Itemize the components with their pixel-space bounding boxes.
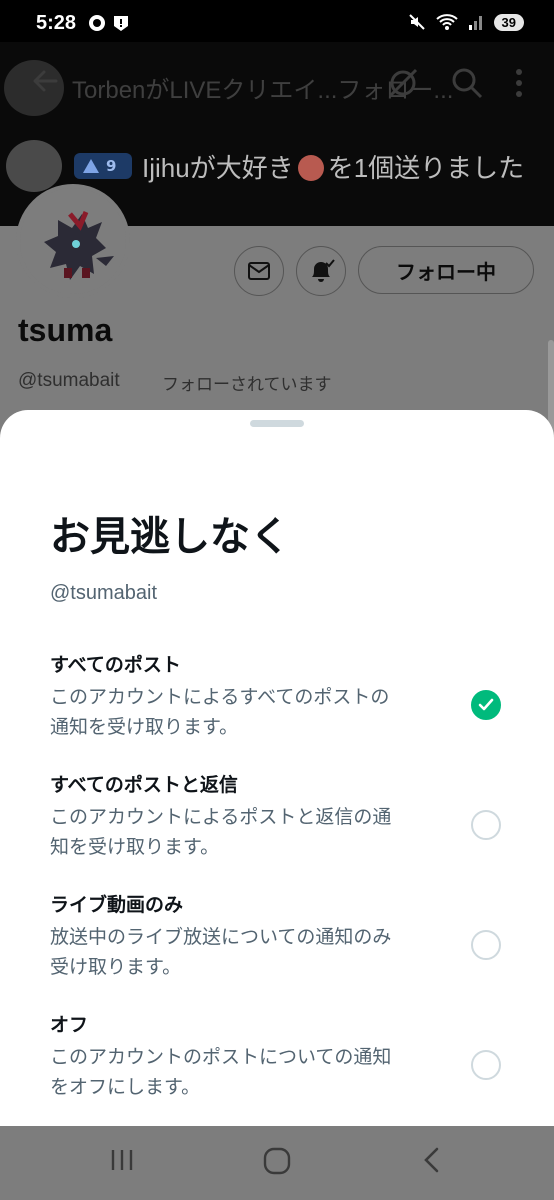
level-triangle-icon [83,159,99,173]
option-desc-line: 受け取ります。 [50,956,182,978]
mail-icon [248,262,270,280]
profile-handle: @tsumabait [18,370,120,391]
gift-level-badge: 9 [74,153,132,179]
profile-name: tsuma [18,312,113,348]
sheet-drag-handle[interactable] [250,420,304,427]
wifi-icon [435,14,458,30]
header-actions [386,66,524,100]
option-title: すべてのポストと返信 [50,774,238,796]
notification-app-icon [89,15,105,31]
alert-icon [114,16,128,31]
option-off[interactable]: オフ このアカウントのポストについての通知 をオフにします。 [0,1010,554,1118]
option-title: すべてのポスト [50,654,181,676]
option-all-posts[interactable]: すべてのポスト このアカウントによるすべてのポストの 通知を受け取ります。 [0,650,554,758]
live-off-icon[interactable] [386,66,420,100]
heart-gift-icon [297,155,324,181]
notifications-button[interactable] [296,246,346,296]
option-radio[interactable] [471,810,501,840]
option-title: オフ [50,1014,89,1036]
option-radio-selected[interactable] [471,690,501,720]
option-desc-line: 知を受け取ります。 [50,836,220,858]
option-desc-line: このアカウントによるポストと返信の通 [50,806,392,828]
signal-icon [468,16,482,30]
option-radio[interactable] [471,1050,501,1080]
gift-message: Ijihuが大好き を1個送りました [142,148,524,185]
nav-home-icon[interactable] [262,1146,292,1176]
option-desc-line: をオフにします。 [50,1076,201,1098]
status-bar: 5:28 39 [0,0,554,42]
gift-text-before: Ijihuが大好き [142,153,294,183]
status-system-icons: 39 [408,13,524,31]
option-desc-line: このアカウントのポストについての通知 [50,1046,392,1068]
check-icon [478,698,494,711]
back-arrow-icon[interactable] [30,66,60,96]
nav-back-icon[interactable] [420,1146,444,1174]
sheet-handle: @tsumabait [50,582,158,604]
more-vert-icon[interactable] [514,66,524,100]
avatar-creature-image [20,188,126,294]
option-posts-and-replies[interactable]: すべてのポストと返信 このアカウントによるポストと返信の通 知を受け取ります。 [0,770,554,878]
option-description: このアカウントによるポストと返信の通 知を受け取ります。 [50,802,450,862]
status-time: 5:28 [36,12,77,34]
option-desc-line: 通知を受け取ります。 [50,716,239,738]
message-button[interactable] [234,246,284,296]
follows-you-label: フォローされています [162,375,332,395]
status-notification-icons [88,14,130,32]
option-description: このアカウントのポストについての通知 をオフにします。 [50,1042,450,1102]
profile-avatar[interactable] [16,184,130,298]
gift-sender-avatar [6,140,62,192]
bell-check-icon [312,259,335,282]
system-nav-bar [0,1126,554,1200]
gift-text-after: を1個送りました [327,153,525,183]
sheet-title: お見逃しなく [50,514,290,560]
notification-settings-sheet: お見逃しなく @tsumabait すべてのポスト このアカウントによるすべての… [0,410,554,1126]
gift-badge-count: 9 [106,157,117,175]
following-button[interactable]: フォロー中 [358,246,534,294]
option-radio[interactable] [471,930,501,960]
nav-recent-icon[interactable] [108,1146,136,1174]
search-icon[interactable] [450,66,484,100]
option-description: 放送中のライブ放送についての通知のみ 受け取ります。 [50,922,450,982]
option-desc-line: このアカウントによるすべてのポストの [50,686,390,708]
mute-icon [408,14,425,30]
option-live-only[interactable]: ライブ動画のみ 放送中のライブ放送についての通知のみ 受け取ります。 [0,890,554,998]
option-title: ライブ動画のみ [50,894,184,916]
option-desc-line: 放送中のライブ放送についての通知のみ [50,926,392,948]
battery-indicator: 39 [493,13,524,31]
option-description: このアカウントによるすべてのポストの 通知を受け取ります。 [50,682,450,742]
